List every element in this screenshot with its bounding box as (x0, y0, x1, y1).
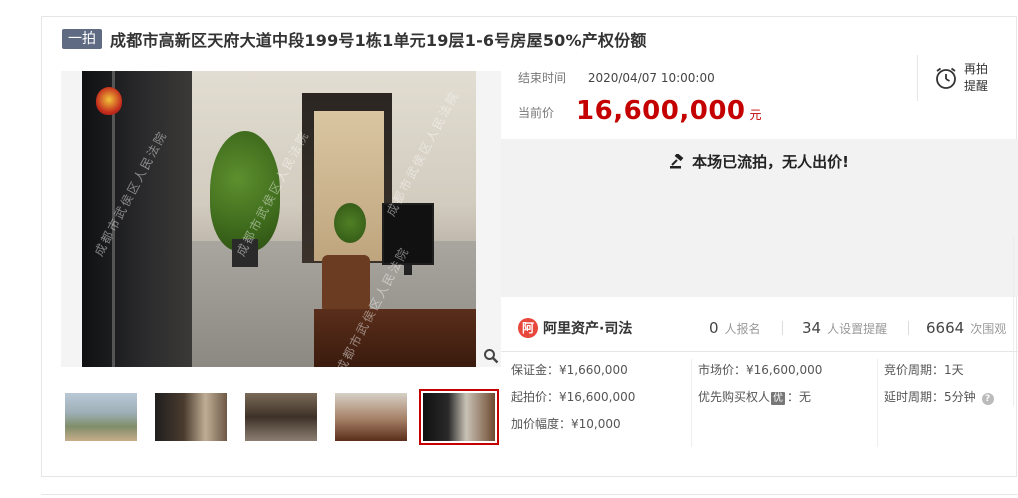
bid-period: 竞价周期：1天 (884, 363, 964, 377)
reminder-label: 人设置提醒 (827, 322, 888, 336)
priority-buyer-value: ：无 (787, 390, 812, 404)
registered-count: 0 (709, 319, 719, 337)
divider (877, 359, 878, 447)
page-title: 成都市高新区天府大道中段199号1栋1单元19层1-6号房屋50%产权份额 (110, 31, 647, 50)
stats-row: 阿 阿里资产·司法 0 人报名 34 人设置提醒 6664 次围观 (518, 317, 1018, 339)
divider (1013, 236, 1014, 406)
ali-assets-logo-icon: 阿 (518, 318, 538, 338)
end-time-label: 结束时间 (518, 71, 567, 85)
remind-label-line1: 再拍 (964, 62, 989, 76)
details-column-2: 市场价：¥16,600,000 优先购买权人优：无 (698, 359, 822, 413)
brand[interactable]: 阿 阿里资产·司法 (518, 318, 632, 338)
reauction-remind-button[interactable]: 再拍 提醒 (934, 61, 988, 95)
bid-increment: 加价幅度：¥10,000 (511, 417, 621, 431)
divider (782, 321, 783, 335)
thumbnail-exterior[interactable] (61, 389, 141, 445)
current-price-label: 当前价 (518, 106, 555, 120)
registered-label: 人报名 (724, 322, 761, 336)
thumbnail-desk-area[interactable] (331, 389, 411, 445)
zoom-magnifier-icon[interactable] (482, 348, 500, 366)
deposit: 保证金：¥1,660,000 (511, 363, 628, 377)
divider (501, 351, 1018, 352)
auction-info-panel: 结束时间 2020/04/07 10:00:00 当前价 16,600,000 … (501, 55, 1018, 477)
registered-stat: 0 人报名 (709, 319, 761, 337)
divider (908, 321, 909, 335)
priority-buyer-label: 优先购买权人 (698, 390, 771, 404)
thumbnail-corridor[interactable] (241, 389, 321, 445)
details-column-3: 竞价周期：1天 延时周期：5分钟? (884, 359, 994, 413)
viewer-count: 6664 (926, 319, 965, 337)
court-emblem-icon (96, 87, 122, 115)
main-image-viewer[interactable]: 成都市武侯区人民法院 成都市武侯区人民法院 成都市武侯区人民法院 成都市武侯区人… (61, 71, 501, 367)
end-time-row: 结束时间 2020/04/07 10:00:00 (518, 69, 715, 86)
property-photo: 成都市武侯区人民法院 成都市武侯区人民法院 成都市武侯区人民法院 成都市武侯区人… (82, 71, 476, 367)
remind-label-line2: 提醒 (964, 79, 989, 93)
status-text: 本场已流拍，无人出价! (692, 153, 849, 171)
thumbnail-strip (61, 389, 501, 445)
currency-unit: 元 (749, 108, 762, 122)
watermark-text: 成都市武侯区人民法院 (383, 88, 462, 219)
divider (917, 55, 918, 101)
auction-status-box: 本场已流拍，无人出价! (501, 139, 1018, 297)
title-row: 一拍 成都市高新区天府大道中段199号1栋1单元19层1-6号房屋50%产权份额 (62, 28, 647, 50)
divider (41, 494, 1018, 495)
priority-buyer: 优先购买权人优：无 (698, 386, 822, 413)
current-price-row: 当前价 16,600,000 元 (518, 95, 762, 127)
divider (691, 359, 692, 447)
auction-round-badge: 一拍 (62, 29, 102, 49)
current-price-value: 16,600,000 (576, 96, 746, 126)
auction-status-notice: 本场已流拍，无人出价! (501, 151, 1018, 172)
reminder-count: 34 (802, 319, 822, 337)
priority-badge: 优 (771, 392, 786, 405)
extension-period-row: 延时周期：5分钟? (884, 386, 994, 413)
gavel-icon (670, 152, 686, 171)
auction-card: 一拍 成都市高新区天府大道中段199号1栋1单元19层1-6号房屋50%产权份额… (41, 16, 1018, 477)
thumbnail-entrance[interactable] (419, 389, 499, 445)
alarm-clock-icon (936, 67, 956, 89)
viewer-stat: 6664 次围观 (926, 319, 1006, 337)
brand-name: 阿里资产·司法 (543, 321, 633, 337)
viewer-label: 次围观 (970, 322, 1007, 336)
market-price: 市场价：¥16,600,000 (698, 363, 823, 377)
reminder-stat: 34 人设置提醒 (802, 319, 887, 337)
end-time-value: 2020/04/07 10:00:00 (587, 71, 715, 85)
details-column-1: 保证金：¥1,660,000 起拍价：¥16,600,000 加价幅度：¥10,… (511, 359, 635, 440)
help-icon[interactable]: ? (981, 393, 994, 405)
thumbnail-office-interior[interactable] (151, 389, 231, 445)
starting-price: 起拍价：¥16,600,000 (511, 390, 636, 404)
extension-period: 延时周期：5分钟 (884, 390, 976, 404)
